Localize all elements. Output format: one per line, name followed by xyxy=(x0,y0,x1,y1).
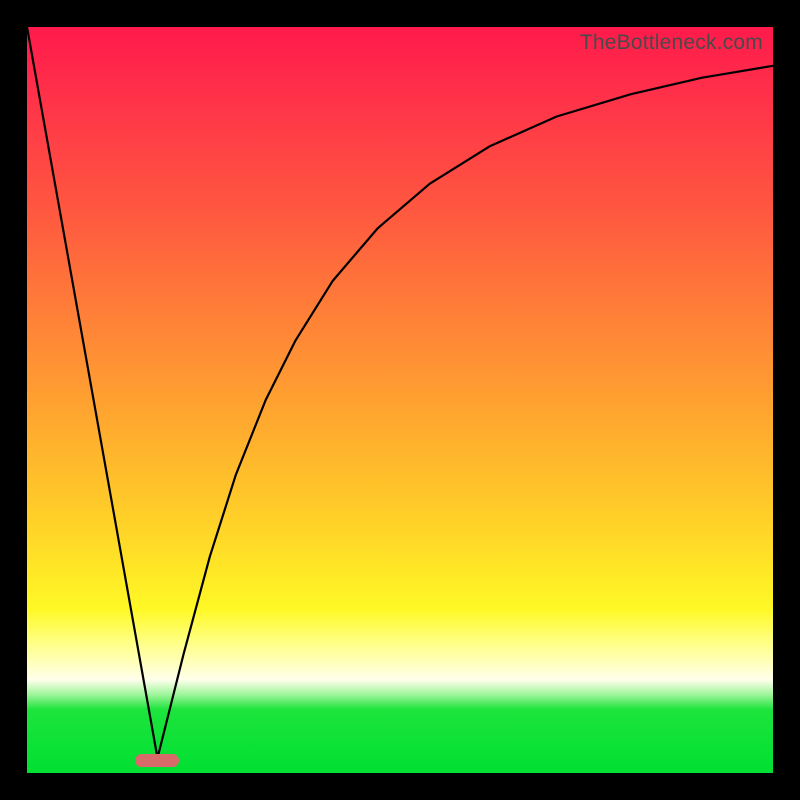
left-descending-line xyxy=(27,27,158,758)
bottleneck-marker xyxy=(135,754,179,767)
chart-frame: TheBottleneck.com xyxy=(0,0,800,800)
curve-layer xyxy=(27,27,773,773)
plot-area: TheBottleneck.com xyxy=(27,27,773,773)
right-rising-curve xyxy=(158,66,774,758)
